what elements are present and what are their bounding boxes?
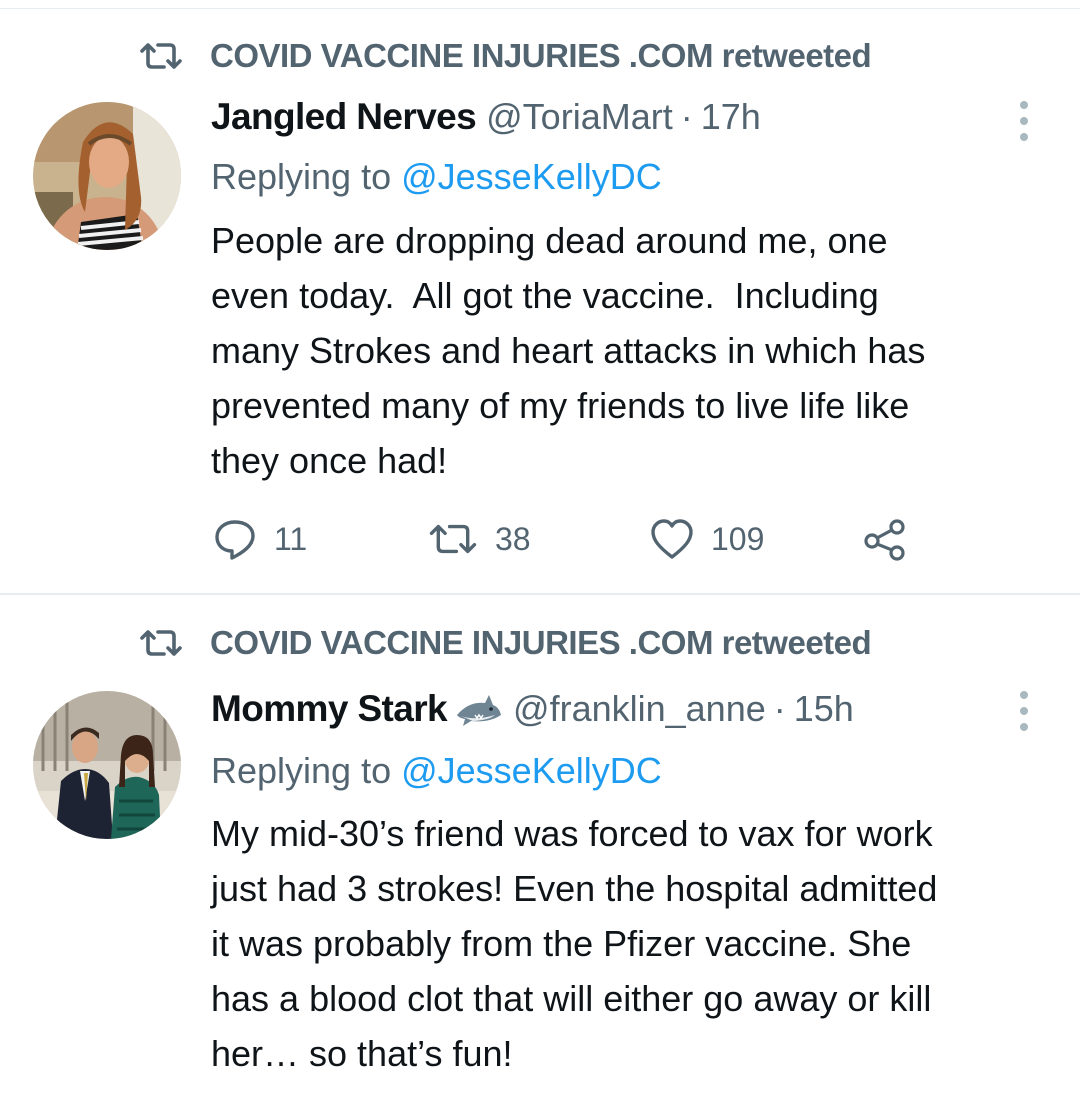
separator-dot: · (680, 96, 693, 137)
tweet-text: My mid-30’s friend was forced to vax for… (211, 813, 938, 1074)
reply-icon (215, 520, 255, 560)
replying-to: Replying to @JesseKellyDC (211, 156, 662, 198)
replying-to-label: Replying to (211, 156, 402, 197)
retweet-context: COVID VACCINE INJURIES .COM retweeted (138, 36, 872, 76)
like-count: 109 (711, 520, 765, 557)
shark-icon (457, 695, 502, 726)
tweet-1[interactable]: COVID VACCINE INJURIES .COM retweeted Ja… (0, 0, 1080, 594)
timestamp[interactable]: 15h (794, 688, 854, 730)
reply-count: 11 (274, 520, 308, 557)
heart-icon (651, 519, 693, 559)
tweet-header: Mommy Stark @franklin_anne · 15h (211, 687, 854, 730)
retweet-icon (429, 524, 477, 554)
retweet-context: COVID VACCINE INJURIES .COM retweeted (138, 623, 872, 663)
reply-button[interactable]: 11 (212, 515, 307, 563)
avatar-photo (33, 691, 181, 839)
tweet-actions: 11 38 109 (212, 515, 932, 563)
avatar-photo (33, 102, 181, 250)
author-name[interactable]: Jangled Nerves (211, 96, 477, 138)
tweet-text: People are dropping dead around me, one … (211, 220, 926, 481)
share-icon (864, 519, 905, 561)
replying-to-link[interactable]: @JesseKellyDC (401, 750, 662, 791)
separator-dot: · (773, 688, 786, 729)
replying-to-link[interactable]: @JesseKellyDC (401, 156, 662, 197)
avatar[interactable] (33, 102, 181, 250)
retweet-button[interactable]: 38 (427, 515, 531, 563)
retweet-icon (140, 630, 182, 656)
author-name[interactable]: Mommy Stark (211, 688, 448, 730)
tweet-header: Jangled Nerves @ToriaMart · 17h (211, 96, 761, 138)
more-options-icon[interactable] (1012, 691, 1036, 731)
author-handle[interactable]: @ToriaMart (486, 96, 673, 138)
retweeted-by-label[interactable]: COVID VACCINE INJURIES .COM retweeted (210, 624, 872, 662)
replying-to-label: Replying to (211, 750, 402, 791)
more-options-icon[interactable] (1012, 101, 1036, 141)
avatar[interactable] (33, 691, 181, 839)
author-handle[interactable]: @franklin_anne (513, 688, 766, 730)
replying-to: Replying to @JesseKellyDC (211, 750, 662, 792)
retweet-count: 38 (495, 520, 531, 557)
retweet-icon (140, 43, 182, 69)
share-button[interactable] (862, 515, 908, 563)
tweet-2[interactable]: COVID VACCINE INJURIES .COM retweeted Mo… (0, 595, 1080, 1105)
retweeted-by-label[interactable]: COVID VACCINE INJURIES .COM retweeted (210, 37, 872, 75)
like-button[interactable]: 109 (649, 515, 764, 563)
timestamp[interactable]: 17h (701, 96, 761, 138)
